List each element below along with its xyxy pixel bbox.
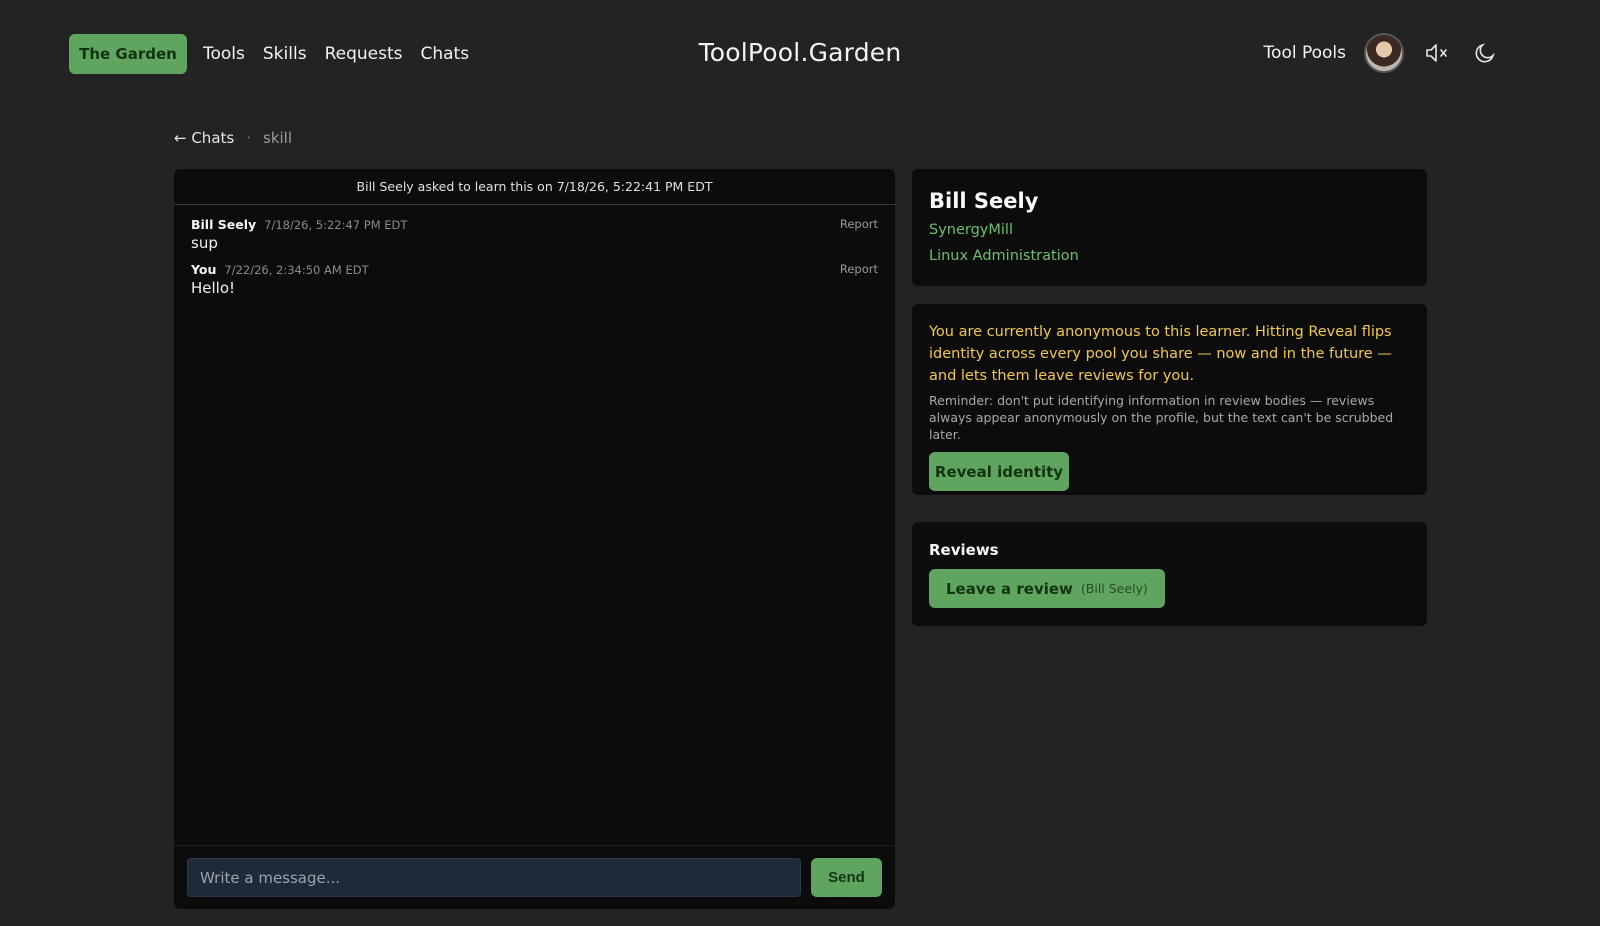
message-author: Bill Seely xyxy=(191,217,257,232)
breadcrumb: ← Chats · skill xyxy=(174,129,292,147)
profile-name: Bill Seely xyxy=(929,189,1039,213)
anonymity-card: You are currently anonymous to this lear… xyxy=(912,304,1427,495)
reviews-card: Reviews Leave a review (Bill Seely) xyxy=(912,522,1427,626)
avatar[interactable] xyxy=(1364,33,1404,73)
send-button[interactable]: Send xyxy=(811,858,882,897)
reveal-identity-button[interactable]: Reveal identity xyxy=(929,452,1069,491)
nav-tools[interactable]: Tools xyxy=(203,43,245,65)
message-body: sup xyxy=(191,234,218,252)
chat-request-info: Bill Seely asked to learn this on 7/18/2… xyxy=(174,169,895,205)
report-button[interactable]: Report xyxy=(840,262,878,276)
nav-requests[interactable]: Requests xyxy=(325,43,403,65)
message-item: Bill Seely 7/18/26, 5:22:47 PM EDT Repor… xyxy=(191,217,878,252)
leave-review-button[interactable]: Leave a review (Bill Seely) xyxy=(929,569,1165,608)
profile-card: Bill Seely SynergyMill Linux Administrat… xyxy=(912,169,1427,286)
main-nav: Tools Skills Requests Chats xyxy=(203,43,469,65)
message-composer: Send xyxy=(174,845,895,909)
leave-review-target: (Bill Seely) xyxy=(1080,581,1148,596)
message-time: 7/18/26, 5:22:47 PM EDT xyxy=(264,218,408,232)
message-time: 7/22/26, 2:34:50 AM EDT xyxy=(224,263,369,277)
chat-panel: Bill Seely asked to learn this on 7/18/2… xyxy=(174,169,895,909)
report-button[interactable]: Report xyxy=(840,217,878,231)
site-title[interactable]: ToolPool.Garden xyxy=(699,38,902,67)
back-to-chats-link[interactable]: ← Chats xyxy=(174,129,234,147)
review-reminder: Reminder: don't put identifying informat… xyxy=(929,393,1394,442)
speaker-muted-icon[interactable] xyxy=(1422,38,1452,68)
profile-org-link[interactable]: SynergyMill xyxy=(929,221,1410,239)
breadcrumb-separator: · xyxy=(246,129,251,147)
breadcrumb-current: skill xyxy=(263,129,293,147)
nav-chats[interactable]: Chats xyxy=(420,43,469,65)
reviews-title: Reviews xyxy=(929,541,999,559)
message-author: You xyxy=(191,262,217,277)
message-item: You 7/22/26, 2:34:50 AM EDT Report Hello… xyxy=(191,262,878,297)
profile-skill-link[interactable]: Linux Administration xyxy=(929,247,1410,265)
moon-icon[interactable] xyxy=(1470,38,1500,68)
anonymity-warning: You are currently anonymous to this lear… xyxy=(929,324,1392,384)
leave-review-label: Leave a review xyxy=(946,579,1073,598)
message-body: Hello! xyxy=(191,279,236,297)
message-list: Bill Seely 7/18/26, 5:22:47 PM EDT Repor… xyxy=(174,205,895,297)
right-nav: Tool Pools xyxy=(1264,33,1500,73)
the-garden-button[interactable]: The Garden xyxy=(69,34,187,74)
nav-skills[interactable]: Skills xyxy=(263,43,307,65)
tool-pools-link[interactable]: Tool Pools xyxy=(1264,43,1346,63)
message-input[interactable] xyxy=(187,858,801,897)
top-navigation-bar: The Garden Tools Skills Requests Chats T… xyxy=(0,0,1600,108)
